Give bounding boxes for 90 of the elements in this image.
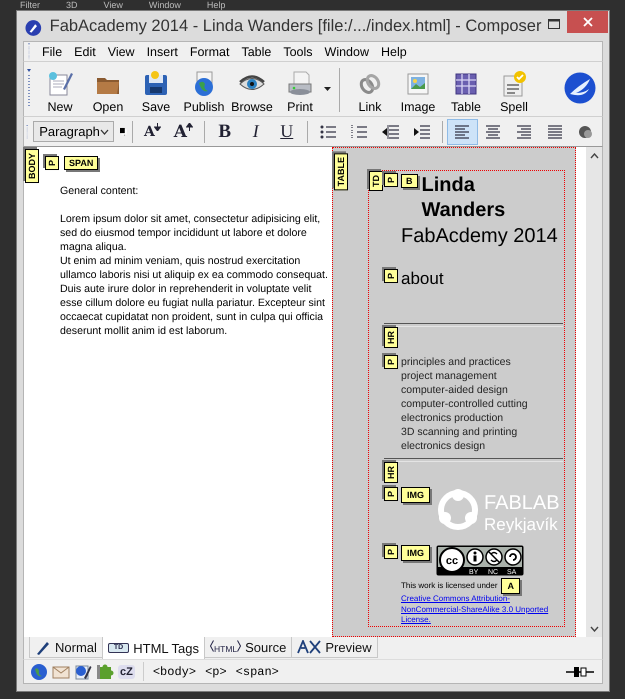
element-tag: HR [384,462,398,483]
menu-item[interactable]: View [104,0,123,10]
print-button[interactable]: Print [276,70,324,116]
italic-button[interactable]: I [240,118,272,144]
tag-path-item[interactable]: <span> [236,664,279,678]
menu-item[interactable]: File [36,44,68,58]
toolbar-grip[interactable] [26,43,32,60]
menu-item[interactable]: Filter [20,0,40,10]
new-page-icon [46,70,74,98]
topic-link[interactable]: computer-controlled cutting [401,397,563,411]
arrow-down-icon [154,122,161,130]
menu-item[interactable]: Insert [140,44,184,58]
element-tag: P [45,156,59,170]
close-icon [582,17,593,27]
topic-link[interactable]: electronics production [401,411,563,425]
chevron-down-icon [590,626,598,632]
license-text: This work is licensed under [401,581,498,590]
element-tag: IMG [401,487,430,503]
topic-link[interactable]: 3D scanning and printing [401,425,563,439]
align-left-button[interactable] [446,118,478,144]
mode-tab[interactable]: HTML Source [204,637,292,658]
element-tag: A [501,578,520,594]
topic-link[interactable]: electronics design [401,439,563,453]
tag-path-item[interactable]: <p> [205,664,227,678]
subtitle: FabAcdemy 2014 [401,224,559,249]
element-tag: HR [384,327,398,348]
element-tag: P [384,173,398,188]
chevron-down-icon [100,128,109,134]
link-button[interactable]: Link [346,70,394,116]
maximize-icon [548,19,560,29]
menu-item[interactable]: 3D [66,0,78,10]
font-larger-button[interactable]: A [168,118,199,144]
menu-item[interactable]: Window [318,44,375,58]
element-tag: P [384,487,398,502]
save-button[interactable]: Save [132,70,180,116]
paragraph-style-dropdown[interactable]: Paragraph [33,121,114,142]
body-paragraph: Lorem ipsum dolor sit amet, consectetur adipisicing elit, sed do eiusmod tempor incididunt ut labore et dolore magna aliqua. [60,212,322,254]
mode-tab[interactable]: Normal [29,637,103,658]
bird-logo-icon [564,72,596,104]
menu-item[interactable]: Format [184,44,236,58]
menu-item[interactable]: Edit [68,44,102,58]
menu-item[interactable]: Help [374,44,413,58]
element-tag: P [384,355,398,370]
arrow-up-icon [186,122,193,130]
floppy-disk-icon [142,70,170,98]
element-tag: B [401,174,418,188]
element-tag: TD [369,171,383,191]
bold-button[interactable]: B [209,118,240,144]
browse-button[interactable]: Browse [228,70,276,116]
element-tag: BODY [25,149,39,184]
topic-link[interactable]: project management [401,369,563,383]
tag-path-item[interactable]: <body> [152,664,196,678]
element-tag: TABLE [334,153,348,190]
mode-tab[interactable]: Preview [291,637,378,658]
underline-button[interactable]: U [271,118,302,144]
publish-button[interactable]: Publish [180,70,228,116]
dropdown-caret-icon[interactable] [324,87,331,91]
topic-link[interactable]: computer-aided design [401,383,563,397]
globe-icon[interactable] [30,662,48,680]
menu-item[interactable]: View [102,44,141,58]
plug-icon [566,666,594,678]
preview-icon [297,640,322,654]
page-pen-icon[interactable] [74,662,92,680]
chevron-up-icon [590,152,598,158]
open-button[interactable]: Open [84,70,132,116]
body-heading: General content: [60,184,140,198]
window-title: FabAcademy 2014 - Linda Wanders [file:/.../index.html] - Composer [50,17,542,36]
font-smaller-button[interactable]: A [136,118,168,144]
about-link[interactable]: about [401,269,444,288]
menu-item[interactable]: Help [206,0,226,10]
app-icon [25,19,42,37]
spell-button[interactable]: Spell [490,70,538,116]
new-button[interactable]: New [36,70,84,116]
image-button[interactable]: Image [394,70,442,116]
menu-item[interactable]: Tools [277,44,319,58]
pen-icon [35,639,51,655]
close-button[interactable] [567,11,608,33]
license-link[interactable]: Creative Commons Attribution-NonCommercial-ShareAlike 3.0 Unported License. [401,594,563,626]
topic-link[interactable]: principles and practices [401,355,563,369]
printer-icon [286,70,314,98]
author-name: Linda Wanders [422,173,506,223]
element-tag: SPAN [64,156,98,170]
element-tag: IMG [401,545,430,561]
menu-item[interactable]: Window [148,0,181,10]
menu-item[interactable]: Table [235,44,278,58]
element-tag: P [384,269,398,284]
table-button[interactable]: Table [442,70,490,116]
element-tag: P [384,545,398,560]
chat-button[interactable]: cZ [118,664,135,678]
body-paragraph: Ut enim ad minim veniam, quis nostrud exercitation ullamco laboris nisi ut aliquip ex ea commodo consequat. Duis aute irure dolor in reprehenderit in voluptate velit esse cillum dolore eu fugiat nulla pariatur. Excepteur sint occaecat cupidatat non proident, sunt in culpa qui officia deserunt mollit anim id est laborum. [60,254,329,338]
